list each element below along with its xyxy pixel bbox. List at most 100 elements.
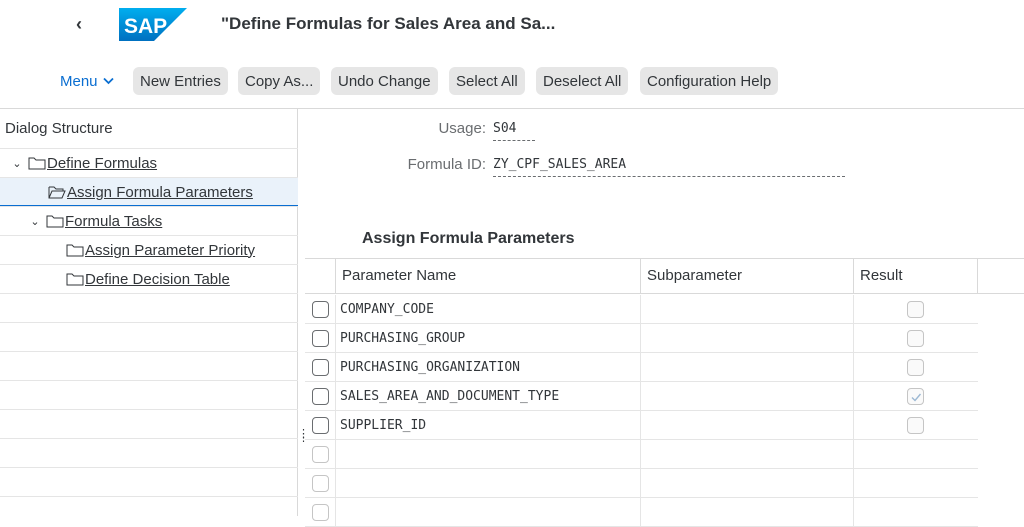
chevron-down-icon[interactable]: ⌄ <box>10 157 24 170</box>
dialog-structure-title: Dialog Structure <box>5 120 113 137</box>
column-header-result[interactable]: Result <box>853 258 978 294</box>
tree-label[interactable]: Formula Tasks <box>65 213 162 230</box>
tree-row-empty <box>0 409 298 438</box>
chevron-left-icon: ‹ <box>76 13 82 34</box>
row-selector[interactable] <box>312 301 329 318</box>
table-row[interactable]: PURCHASING_GROUP <box>305 324 978 353</box>
toolbar: Menu New Entries Copy As... Undo Change … <box>0 64 1024 98</box>
deselect-all-button[interactable]: Deselect All <box>536 67 629 95</box>
tree-label[interactable]: Define Formulas <box>47 155 157 172</box>
result-cell <box>853 469 978 498</box>
formula-id-field: ZY_CPF_SALES_AREA <box>493 157 845 177</box>
usage-field: S04 <box>493 121 535 141</box>
parameter-name-cell: SUPPLIER_ID <box>335 411 641 440</box>
back-button[interactable]: ‹ <box>68 10 90 38</box>
result-cell <box>853 295 978 324</box>
shell-header: ‹ SAP "Define Formulas for Sales Area an… <box>0 0 1024 50</box>
subparameter-cell[interactable] <box>640 469 854 498</box>
tree-label[interactable]: Assign Parameter Priority <box>85 242 255 259</box>
column-header-parameter-name[interactable]: Parameter Name <box>335 258 641 294</box>
chevron-down-icon[interactable]: ⌄ <box>28 215 42 228</box>
result-checkbox-checked <box>907 388 924 405</box>
row-selector[interactable] <box>312 475 329 492</box>
folder-icon <box>66 273 84 286</box>
result-cell <box>853 411 978 440</box>
tree-row-empty <box>0 438 298 467</box>
table-row[interactable]: SALES_AREA_AND_DOCUMENT_TYPE <box>305 382 978 411</box>
parameters-table: Parameter Name Subparameter Result COMPA… <box>305 258 1024 527</box>
table-row[interactable]: SUPPLIER_ID <box>305 411 978 440</box>
parameter-name-cell[interactable] <box>335 440 641 469</box>
formula-id-label: Formula ID: <box>407 156 486 173</box>
result-cell <box>853 498 978 527</box>
tree-row-define-formulas[interactable]: ⌄ Define Formulas <box>0 148 298 177</box>
row-selector[interactable] <box>312 417 329 434</box>
tree-row-empty <box>0 293 298 322</box>
subparameter-cell[interactable] <box>640 324 854 353</box>
row-selector[interactable] <box>312 504 329 521</box>
section-title: Assign Formula Parameters <box>362 230 575 247</box>
usage-label: Usage: <box>438 120 486 137</box>
svg-text:SAP: SAP <box>124 15 167 38</box>
tree-row-empty <box>0 380 298 409</box>
new-entries-button[interactable]: New Entries <box>133 67 228 95</box>
configuration-help-button[interactable]: Configuration Help <box>640 67 779 95</box>
select-column-header <box>305 258 336 294</box>
result-checkbox <box>907 417 924 434</box>
parameter-name-cell[interactable] <box>335 469 641 498</box>
page-title: "Define Formulas for Sales Area and Sa..… <box>221 14 556 33</box>
result-checkbox <box>907 359 924 376</box>
tree-row-empty <box>0 467 298 496</box>
sap-logo: SAP <box>119 8 187 41</box>
column-header-subparameter[interactable]: Subparameter <box>640 258 854 294</box>
subparameter-cell[interactable] <box>640 440 854 469</box>
table-row[interactable]: PURCHASING_ORGANIZATION <box>305 353 978 382</box>
copy-as-button[interactable]: Copy As... <box>238 67 321 95</box>
tree-row-empty <box>0 496 298 525</box>
subparameter-cell[interactable] <box>640 353 854 382</box>
parameter-name-cell: PURCHASING_GROUP <box>335 324 641 353</box>
table-row-empty[interactable] <box>305 498 978 527</box>
checkmark-icon <box>911 393 922 402</box>
tree-row-assign-parameter-priority[interactable]: Assign Parameter Priority <box>0 235 298 264</box>
result-checkbox <box>907 301 924 318</box>
tree-row-empty <box>0 351 298 380</box>
result-cell <box>853 353 978 382</box>
folder-icon <box>46 215 64 228</box>
menu-label: Menu <box>60 72 98 90</box>
column-header-filler <box>977 258 1024 294</box>
tree-label[interactable]: Define Decision Table <box>85 271 230 288</box>
result-cell <box>853 382 978 411</box>
parameter-name-cell: PURCHASING_ORGANIZATION <box>335 353 641 382</box>
tree-label[interactable]: Assign Formula Parameters <box>67 184 253 201</box>
open-folder-icon <box>48 186 66 199</box>
undo-change-button[interactable]: Undo Change <box>331 67 438 95</box>
folder-icon <box>28 157 46 170</box>
menu-button[interactable]: Menu <box>58 67 116 95</box>
chevron-down-icon <box>102 77 114 85</box>
pane-splitter-handle[interactable]: ⋮ ⋮ <box>298 429 309 444</box>
parameter-name-cell: COMPANY_CODE <box>335 295 641 324</box>
row-selector[interactable] <box>312 359 329 376</box>
subparameter-cell[interactable] <box>640 295 854 324</box>
row-selector[interactable] <box>312 330 329 347</box>
subparameter-cell[interactable] <box>640 382 854 411</box>
tree-row-empty <box>0 322 298 351</box>
result-checkbox <box>907 330 924 347</box>
table-row-empty[interactable] <box>305 469 978 498</box>
tree-row-assign-formula-parameters[interactable]: Assign Formula Parameters <box>0 177 298 206</box>
table-row[interactable]: COMPANY_CODE <box>305 295 978 324</box>
tree-row-formula-tasks[interactable]: ⌄ Formula Tasks <box>0 206 298 235</box>
select-all-button[interactable]: Select All <box>449 67 525 95</box>
table-row-empty[interactable] <box>305 440 978 469</box>
row-selector[interactable] <box>312 446 329 463</box>
subparameter-cell[interactable] <box>640 411 854 440</box>
subparameter-cell[interactable] <box>640 498 854 527</box>
result-cell <box>853 324 978 353</box>
folder-icon <box>66 244 84 257</box>
dialog-structure-pane: Dialog Structure ⌄ Define Formulas Assig… <box>0 109 298 516</box>
tree-row-define-decision-table[interactable]: Define Decision Table <box>0 264 298 293</box>
parameter-name-cell[interactable] <box>335 498 641 527</box>
result-cell <box>853 440 978 469</box>
row-selector[interactable] <box>312 388 329 405</box>
